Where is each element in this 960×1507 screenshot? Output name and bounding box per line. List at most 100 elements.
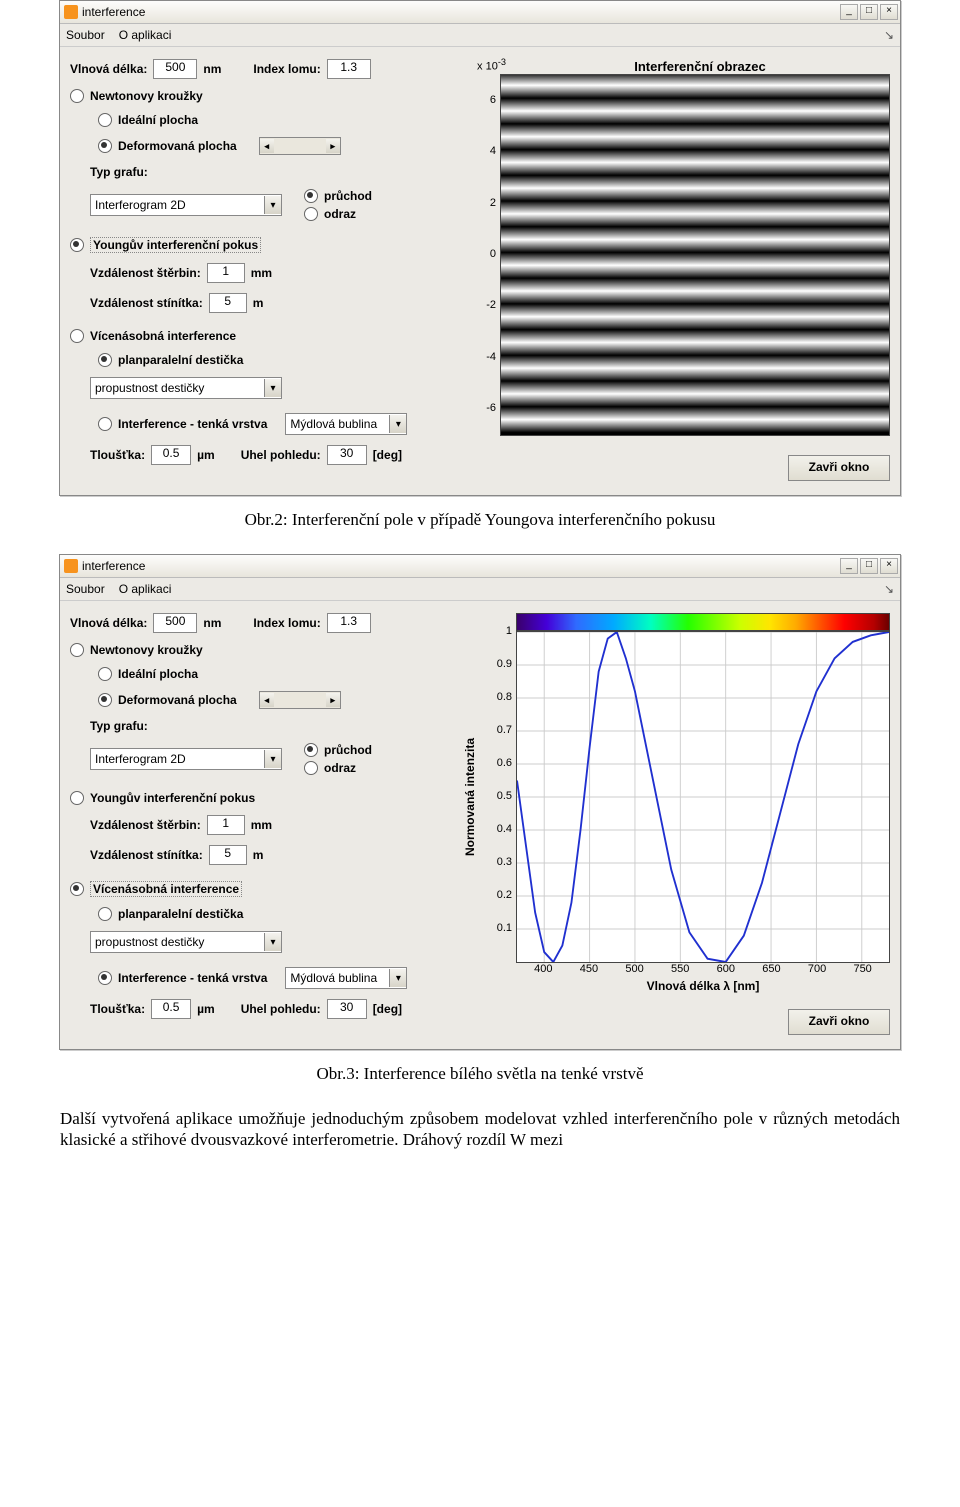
caption-2: Obr.3: Interference bílého světla na ten… [0, 1064, 960, 1084]
app-icon [64, 559, 78, 573]
radio-newton[interactable] [70, 89, 84, 103]
thinfilm-label: Interference - tenká vrstva [118, 971, 267, 985]
graphtype-label: Typ grafu: [90, 165, 148, 179]
control-panel: Vlnová délka: 500 nm Index lomu: 1.3 New… [70, 613, 450, 1035]
radio-young[interactable] [70, 238, 84, 252]
thickness-label: Tloušťka: [90, 1002, 145, 1016]
menu-about[interactable]: O aplikaci [119, 582, 172, 596]
thinfilm-value: Mýdlová bublina [286, 417, 389, 431]
radio-thinfilm[interactable] [98, 417, 112, 431]
reflection-label: odraz [324, 761, 356, 775]
radio-multi[interactable] [70, 329, 84, 343]
radio-ideal[interactable] [98, 667, 112, 681]
radio-transmission[interactable] [304, 189, 318, 203]
close-window-button[interactable]: × [880, 4, 898, 20]
slider-right-icon[interactable]: ▸ [326, 139, 340, 153]
menubar: Soubor O aplikaci ↘ [60, 578, 900, 601]
interference-pattern [500, 74, 890, 436]
angle-label: Uhel pohledu: [241, 1002, 321, 1016]
intensity-chart [516, 631, 890, 963]
multi-label: Vícenásobná interference [90, 881, 242, 897]
thickness-input[interactable]: 0.5 [151, 999, 191, 1019]
reflection-label: odraz [324, 207, 356, 221]
slider-left-icon[interactable]: ◂ [260, 693, 274, 707]
radio-deformed[interactable] [98, 139, 112, 153]
slit-dist-input[interactable]: 1 [207, 263, 245, 283]
graphtype-select[interactable]: Interferogram 2D ▾ [90, 748, 282, 770]
radio-planparallel[interactable] [98, 907, 112, 921]
thinfilm-value: Mýdlová bublina [286, 971, 389, 985]
maximize-button[interactable]: □ [860, 558, 878, 574]
radio-transmission[interactable] [304, 743, 318, 757]
menu-file[interactable]: Soubor [66, 582, 105, 596]
index-input[interactable]: 1.3 [327, 613, 371, 633]
index-label: Index lomu: [253, 62, 320, 76]
minimize-button[interactable]: _ [840, 558, 858, 574]
planparallel-select[interactable]: propustnost destičky ▾ [90, 377, 282, 399]
slider-left-icon[interactable]: ◂ [260, 139, 274, 153]
radio-multi[interactable] [70, 882, 84, 896]
paragraph: Další vytvořená aplikace umožňuje jednod… [0, 1108, 960, 1191]
planparallel-value: propustnost destičky [91, 935, 264, 949]
slit-dist-input[interactable]: 1 [207, 815, 245, 835]
wavelength-unit: nm [203, 62, 221, 76]
radio-ideal[interactable] [98, 113, 112, 127]
thickness-label: Tloušťka: [90, 448, 145, 462]
thinfilm-select[interactable]: Mýdlová bublina ▾ [285, 967, 407, 989]
fringes-svg [501, 75, 889, 435]
close-window-button[interactable]: × [880, 558, 898, 574]
menu-corner-icon: ↘ [884, 28, 894, 42]
slit-dist-unit: mm [251, 266, 272, 280]
close-button[interactable]: Zavři okno [788, 455, 890, 481]
chevron-down-icon: ▾ [264, 379, 281, 397]
thickness-unit: µm [197, 448, 215, 462]
maximize-button[interactable]: □ [860, 4, 878, 20]
wavelength-label: Vlnová délka: [70, 62, 147, 76]
radio-thinfilm[interactable] [98, 971, 112, 985]
chart2-xaxis: 400450500550600650700750 [516, 963, 890, 979]
angle-input[interactable]: 30 [327, 445, 367, 465]
graphtype-select[interactable]: Interferogram 2D ▾ [90, 194, 282, 216]
slit-dist-label: Vzdálenost štěrbin: [90, 818, 201, 832]
titlebar[interactable]: interference _ □ × [60, 555, 900, 578]
minimize-button[interactable]: _ [840, 4, 858, 20]
thickness-input[interactable]: 0.5 [151, 445, 191, 465]
chart2-yaxis: 10.90.80.70.60.50.40.30.20.1 [480, 631, 516, 961]
angle-input[interactable]: 30 [327, 999, 367, 1019]
control-panel: Vlnová délka: 500 nm Index lomu: 1.3 New… [70, 59, 450, 481]
graphtype-value: Interferogram 2D [91, 752, 264, 766]
chevron-down-icon: ▾ [264, 750, 281, 768]
menu-corner-icon: ↘ [884, 582, 894, 596]
menu-file[interactable]: Soubor [66, 28, 105, 42]
deform-slider[interactable]: ◂▸ [259, 691, 341, 709]
wavelength-input[interactable]: 500 [153, 59, 197, 79]
transmission-label: průchod [324, 743, 372, 757]
screen-dist-input[interactable]: 5 [209, 293, 247, 313]
index-label: Index lomu: [253, 616, 320, 630]
wavelength-input[interactable]: 500 [153, 613, 197, 633]
planparallel-select[interactable]: propustnost destičky ▾ [90, 931, 282, 953]
planparallel-label: planparalelní destička [118, 353, 243, 367]
screen-dist-input[interactable]: 5 [209, 845, 247, 865]
deform-slider[interactable]: ◂▸ [259, 137, 341, 155]
transmission-label: průchod [324, 189, 372, 203]
radio-deformed[interactable] [98, 693, 112, 707]
radio-young[interactable] [70, 791, 84, 805]
index-input[interactable]: 1.3 [327, 59, 371, 79]
chart-panel-1: x 10-3 Interferenční obrazec 6420-2-4-6 [450, 59, 890, 481]
close-button[interactable]: Zavři okno [788, 1009, 890, 1035]
app-icon [64, 5, 78, 19]
radio-reflection[interactable] [304, 207, 318, 221]
caption-1: Obr.2: Interferenční pole v případě Youn… [0, 510, 960, 530]
young-label: Youngův interferenční pokus [90, 237, 261, 253]
radio-newton[interactable] [70, 643, 84, 657]
titlebar[interactable]: interference _ □ × [60, 1, 900, 24]
radio-planparallel[interactable] [98, 353, 112, 367]
deformed-label: Deformovaná plocha [118, 139, 237, 153]
menu-about[interactable]: O aplikaci [119, 28, 172, 42]
thinfilm-select[interactable]: Mýdlová bublina ▾ [285, 413, 407, 435]
graphtype-value: Interferogram 2D [91, 198, 264, 212]
radio-reflection[interactable] [304, 761, 318, 775]
y-exponent: x 10-3 [477, 57, 506, 73]
slider-right-icon[interactable]: ▸ [326, 693, 340, 707]
